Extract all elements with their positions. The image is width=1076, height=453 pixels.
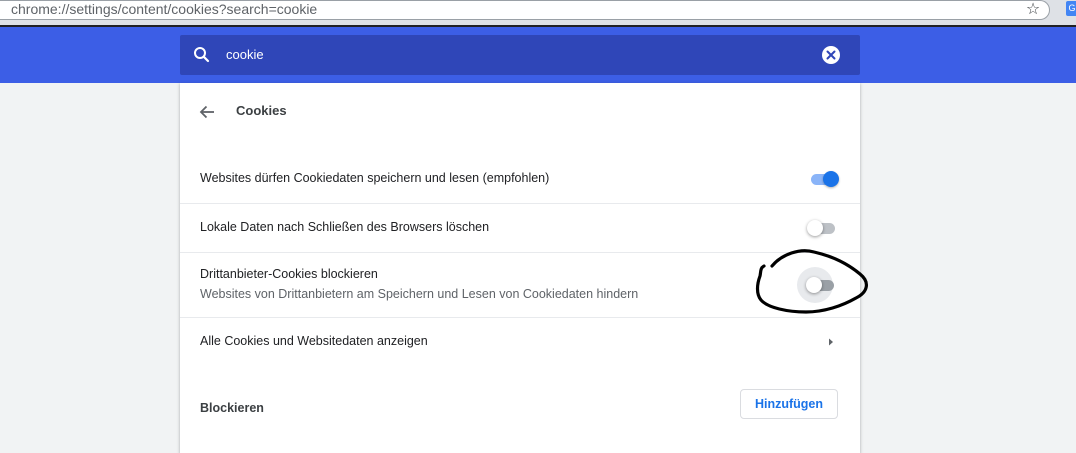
setting-label: Websites dürfen Cookiedaten speichern un… bbox=[200, 171, 550, 185]
add-button[interactable]: Hinzufügen bbox=[740, 389, 838, 419]
omnibox[interactable]: chrome://settings/content/cookies?search… bbox=[0, 0, 1050, 20]
clear-on-exit-toggle[interactable] bbox=[807, 219, 837, 237]
clear-icon[interactable] bbox=[822, 46, 840, 64]
extension-icon-letter: G bbox=[1068, 3, 1076, 13]
extension-icon[interactable]: G bbox=[1066, 1, 1076, 16]
setting-sublabel: Websites von Drittanbietern am Speichern… bbox=[200, 287, 639, 301]
block-third-party-toggle[interactable] bbox=[806, 276, 836, 294]
setting-row-allow-cookies[interactable]: Websites dürfen Cookiedaten speichern un… bbox=[180, 157, 860, 203]
toggle-knob bbox=[807, 220, 823, 236]
subpage-header: Cookies bbox=[180, 83, 860, 139]
setting-label: Lokale Daten nach Schließen des Browsers… bbox=[200, 220, 490, 234]
setting-row-clear-on-exit[interactable]: Lokale Daten nach Schließen des Browsers… bbox=[180, 204, 860, 252]
setting-label: Drittanbieter-Cookies blockieren bbox=[200, 267, 378, 281]
settings-header: cookie bbox=[0, 27, 1076, 83]
arrow-right-icon bbox=[829, 338, 833, 346]
star-icon[interactable]: ☆ bbox=[1023, 1, 1043, 19]
search-input[interactable]: cookie bbox=[226, 35, 264, 75]
setting-row-all-cookies[interactable]: Alle Cookies und Websitedaten anzeigen bbox=[180, 318, 860, 366]
page-title: Cookies bbox=[236, 103, 287, 118]
toggle-knob bbox=[823, 171, 839, 187]
settings-search-box[interactable]: cookie bbox=[180, 35, 860, 75]
setting-label: Alle Cookies und Websitedaten anzeigen bbox=[200, 334, 428, 348]
setting-row-block-third-party[interactable]: Drittanbieter-Cookies blockieren Website… bbox=[180, 253, 860, 317]
allow-cookies-toggle[interactable] bbox=[809, 170, 839, 188]
cookies-settings-card: Cookies Websites dürfen Cookiedaten spei… bbox=[180, 83, 860, 453]
search-icon bbox=[194, 47, 210, 63]
url-text[interactable]: chrome://settings/content/cookies?search… bbox=[11, 1, 317, 19]
block-section-heading: Blockieren bbox=[200, 401, 264, 415]
arrow-back-icon[interactable] bbox=[196, 101, 218, 123]
browser-toolbar: chrome://settings/content/cookies?search… bbox=[0, 0, 1076, 25]
toggle-knob bbox=[806, 277, 822, 293]
